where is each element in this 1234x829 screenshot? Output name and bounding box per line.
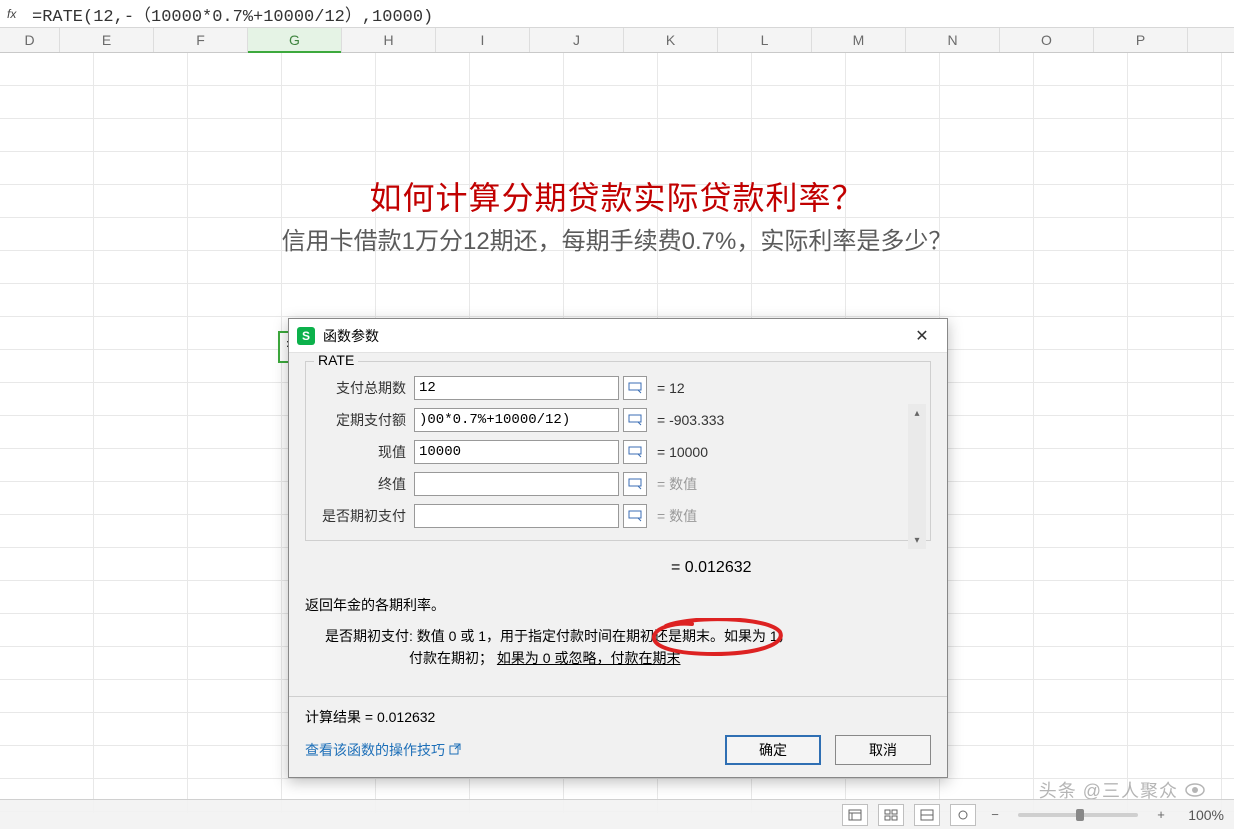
col-header-M[interactable]: M (812, 28, 906, 52)
calc-result-row: 计算结果 = 0.012632 (289, 697, 947, 727)
arg-result: = 10000 (657, 444, 708, 460)
zoom-out-icon[interactable]: − (986, 806, 1004, 824)
args-scrollbar[interactable]: ▴ ▾ (908, 404, 926, 549)
column-header-row: D E F G H I J K L M N O P (0, 28, 1234, 53)
range-select-icon[interactable] (623, 504, 647, 528)
col-header-E[interactable]: E (60, 28, 154, 52)
status-bar: − + 100% (0, 799, 1234, 829)
col-header-D[interactable]: D (0, 28, 60, 52)
col-header-L[interactable]: L (718, 28, 812, 52)
zoom-label[interactable]: 100% (1180, 807, 1224, 823)
formula-input[interactable] (28, 3, 1234, 25)
dialog-title: 函数参数 (323, 326, 905, 346)
arg-input-type[interactable] (414, 504, 619, 528)
function-args-dialog: S 函数参数 ✕ RATE 支付总期数 = 12 定期支付额 = -903.33… (288, 318, 948, 778)
function-name: RATE (314, 353, 358, 368)
col-header-N[interactable]: N (906, 28, 1000, 52)
col-header-H[interactable]: H (342, 28, 436, 52)
arg-description: 是否期初支付: 数值 0 或 1，用于指定付款时间在期初还是期末。如果为 1， … (305, 625, 931, 670)
arg-row-nper: 支付总期数 = 12 (314, 376, 922, 400)
arg-label: 是否期初支付 (314, 506, 414, 526)
app-icon: S (297, 327, 315, 345)
sheet-title: 如何计算分期贷款实际贷款利率？ (0, 173, 1234, 219)
col-header-J[interactable]: J (530, 28, 624, 52)
help-link[interactable]: 查看该函数的操作技巧 (305, 740, 461, 760)
cancel-button[interactable]: 取消 (835, 735, 931, 765)
arg-input-pmt[interactable] (414, 408, 619, 432)
arg-row-fv: 终值 = 数值 (314, 472, 922, 496)
arg-label: 定期支付额 (314, 410, 414, 430)
close-icon[interactable]: ✕ (905, 322, 939, 350)
fx-icon[interactable]: fx (6, 5, 24, 23)
range-select-icon[interactable] (623, 472, 647, 496)
col-header-K[interactable]: K (624, 28, 718, 52)
col-header-F[interactable]: F (154, 28, 248, 52)
view-pagebreak-icon[interactable] (878, 804, 904, 826)
view-misc-icon[interactable] (950, 804, 976, 826)
svg-text:fx: fx (7, 7, 17, 21)
col-header-P[interactable]: P (1094, 28, 1188, 52)
external-link-icon (449, 742, 461, 758)
sheet-subtitle: 信用卡借款1万分12期还，每期手续费0.7%，实际利率是多少？ (0, 221, 1234, 256)
view-normal-icon[interactable] (842, 804, 868, 826)
arg-result: = 数值 (657, 506, 697, 526)
arg-result: = -903.333 (657, 412, 724, 428)
col-header-I[interactable]: I (436, 28, 530, 52)
arg-label: 支付总期数 (314, 378, 414, 398)
range-select-icon[interactable] (623, 408, 647, 432)
arg-row-pv: 现值 = 10000 (314, 440, 922, 464)
range-select-icon[interactable] (623, 440, 647, 464)
zoom-in-icon[interactable]: + (1152, 806, 1170, 824)
dialog-titlebar[interactable]: S 函数参数 ✕ (289, 319, 947, 353)
col-header-G[interactable]: G (248, 28, 342, 52)
arg-result: = 12 (657, 380, 685, 396)
arg-row-pmt: 定期支付额 = -903.333 (314, 408, 922, 432)
view-reading-icon[interactable] (914, 804, 940, 826)
scroll-up-icon[interactable]: ▴ (908, 404, 926, 422)
formula-bar: fx (0, 0, 1234, 28)
range-select-icon[interactable] (623, 376, 647, 400)
function-result: = 0.012632 (305, 559, 931, 577)
arg-input-fv[interactable] (414, 472, 619, 496)
zoom-slider[interactable] (1018, 813, 1138, 817)
arg-input-pv[interactable] (414, 440, 619, 464)
arg-label: 现值 (314, 442, 414, 462)
scroll-down-icon[interactable]: ▾ (908, 531, 926, 549)
function-box: RATE 支付总期数 = 12 定期支付额 = -903.333 现值 (305, 361, 931, 541)
arg-input-nper[interactable] (414, 376, 619, 400)
arg-row-type: 是否期初支付 = 数值 (314, 504, 922, 528)
ok-button[interactable]: 确定 (725, 735, 821, 765)
arg-label: 终值 (314, 474, 414, 494)
arg-result: = 数值 (657, 474, 697, 494)
function-description: 返回年金的各期利率。 (305, 595, 931, 615)
col-header-O[interactable]: O (1000, 28, 1094, 52)
